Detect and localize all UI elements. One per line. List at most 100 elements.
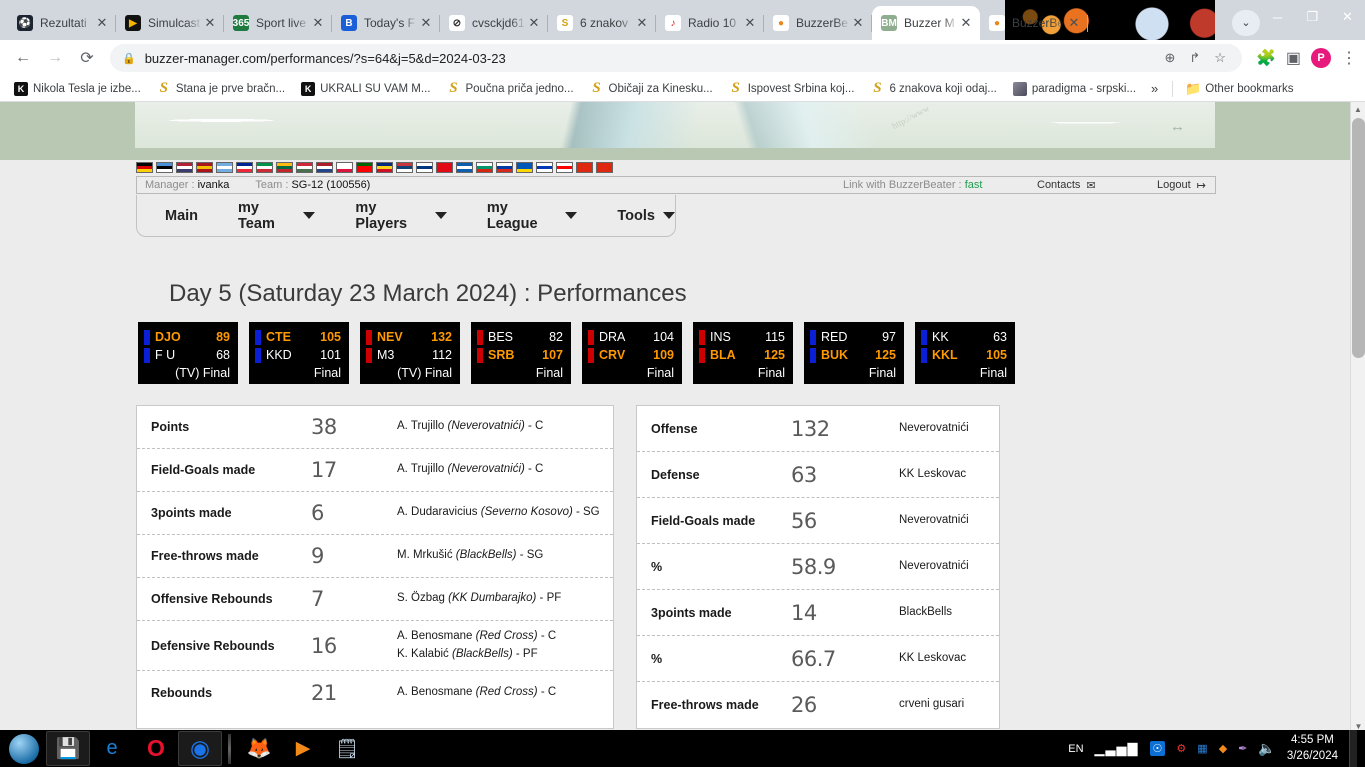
nav-item-main[interactable]: Main bbox=[165, 208, 198, 224]
flag-estonia[interactable] bbox=[156, 162, 173, 173]
leader-entry[interactable]: A. Benosmane (Red Cross) - C bbox=[397, 684, 556, 702]
leader-entry[interactable]: K. Kalabić (BlackBells) - PF bbox=[397, 646, 556, 664]
browser-tab[interactable]: ▶ Simulcast ✕ bbox=[116, 6, 224, 40]
flag-usa[interactable] bbox=[176, 162, 193, 173]
flag-argentina[interactable] bbox=[216, 162, 233, 173]
taskbar-save-app-icon[interactable]: 💾 bbox=[46, 731, 90, 766]
windows-tiles-icon[interactable]: ▦ bbox=[1197, 742, 1207, 755]
browser-tab[interactable]: S 6 znakov ✕ bbox=[548, 6, 656, 40]
flag-china-2[interactable] bbox=[596, 162, 613, 173]
bookmark-star-icon[interactable]: ☆ bbox=[1214, 50, 1226, 66]
score-box[interactable]: KK 63 KKL 105 Final bbox=[915, 322, 1015, 384]
score-box[interactable]: DRA 104 CRV 109 Final bbox=[582, 322, 682, 384]
flag-turkey[interactable] bbox=[436, 162, 453, 173]
team-name[interactable]: Neverovatnići bbox=[899, 558, 969, 576]
chrome-menu-icon[interactable]: ⋮ bbox=[1341, 48, 1357, 68]
antivirus-icon[interactable]: ◆ bbox=[1219, 742, 1227, 755]
team-name[interactable]: KK Leskovac bbox=[899, 650, 966, 668]
page-scrollbar[interactable]: ▲ ▼ bbox=[1350, 102, 1365, 734]
show-desktop-button[interactable] bbox=[1349, 730, 1357, 767]
side-panel-icon[interactable]: ▣ bbox=[1286, 48, 1301, 68]
browser-tab[interactable]: 365 Sport live ✕ bbox=[224, 6, 332, 40]
flag-china[interactable] bbox=[576, 162, 593, 173]
flag-hungary[interactable] bbox=[296, 162, 313, 173]
bookmarks-overflow-button[interactable]: » bbox=[1145, 81, 1164, 96]
flag-france[interactable] bbox=[236, 162, 253, 173]
forward-button[interactable]: → bbox=[40, 43, 70, 73]
nav-item-my-league[interactable]: my League bbox=[487, 200, 578, 232]
browser-tab[interactable]: ⊘ cvsckjd61 ✕ bbox=[440, 6, 548, 40]
maximize-button[interactable]: ❐ bbox=[1295, 0, 1330, 34]
share-icon[interactable]: ↱ bbox=[1189, 50, 1200, 66]
bookmark-item[interactable]: S 6 znakova koji odaj... bbox=[865, 80, 1001, 98]
nav-item-tools[interactable]: Tools bbox=[617, 208, 675, 224]
score-box[interactable]: BES 82 SRB 107 Final bbox=[471, 322, 571, 384]
flag-romania[interactable] bbox=[376, 162, 393, 173]
onedrive-icon[interactable]: ☉ bbox=[1149, 741, 1166, 756]
browser-tab[interactable]: BM Buzzer M ✕ bbox=[872, 6, 980, 40]
flag-germany[interactable] bbox=[136, 162, 153, 173]
flag-georgia[interactable] bbox=[556, 162, 573, 173]
nav-item-my-players[interactable]: my Players bbox=[355, 200, 447, 232]
flag-italy[interactable] bbox=[256, 162, 273, 173]
bookmark-item[interactable]: S Običaji za Kinesku... bbox=[585, 80, 718, 98]
taskbar-firefox-icon[interactable]: 🦊 bbox=[237, 731, 281, 766]
leader-entry[interactable]: A. Trujillo (Neverovatnići) - C bbox=[397, 418, 543, 436]
close-tab-icon[interactable]: ✕ bbox=[94, 15, 110, 31]
close-tab-icon[interactable]: ✕ bbox=[850, 15, 866, 31]
flag-israel[interactable] bbox=[536, 162, 553, 173]
logout-link[interactable]: Logout ↦ bbox=[1157, 179, 1206, 192]
browser-tab[interactable]: ● BuzzerBe ✕ bbox=[764, 6, 872, 40]
flag-netherlands[interactable] bbox=[316, 162, 333, 173]
start-button[interactable] bbox=[2, 731, 46, 766]
flag-poland[interactable] bbox=[336, 162, 353, 173]
close-tab-icon[interactable]: ✕ bbox=[202, 15, 218, 31]
clock[interactable]: 4:55 PM 3/26/2024 bbox=[1287, 733, 1338, 764]
taskbar-opera-icon[interactable]: O bbox=[134, 731, 178, 766]
browser-tab[interactable]: ♪ Radio 10 ✕ bbox=[656, 6, 764, 40]
close-tab-icon[interactable]: ✕ bbox=[958, 15, 974, 31]
flag-ukraine[interactable] bbox=[516, 162, 533, 173]
language-indicator[interactable]: EN bbox=[1068, 743, 1083, 755]
bookmark-item[interactable]: K Nikola Tesla je izbe... bbox=[9, 80, 146, 98]
back-button[interactable]: ← bbox=[8, 43, 38, 73]
taskbar-internet-explorer-icon[interactable]: e bbox=[90, 731, 134, 766]
close-tab-icon[interactable]: ✕ bbox=[310, 15, 326, 31]
scroll-up-arrow[interactable]: ▲ bbox=[1351, 102, 1365, 117]
extensions-icon[interactable]: 🧩 bbox=[1256, 48, 1276, 68]
team-name[interactable]: Neverovatnići bbox=[899, 512, 969, 530]
browser-tab[interactable]: B Today's F ✕ bbox=[332, 6, 440, 40]
flag-spain[interactable] bbox=[196, 162, 213, 173]
bookmark-item[interactable]: paradigma - srpski... bbox=[1008, 80, 1141, 98]
bookmark-item[interactable]: S Stana je prve bračn... bbox=[152, 80, 290, 98]
bookmark-item[interactable]: K UKRALI SU VAM M... bbox=[296, 80, 435, 98]
close-tab-icon[interactable]: ✕ bbox=[526, 15, 542, 31]
close-tab-icon[interactable]: ✕ bbox=[742, 15, 758, 31]
score-box[interactable]: CTE 105 KKD 101 Final bbox=[249, 322, 349, 384]
leader-entry[interactable]: M. Mrkušić (BlackBells) - SG bbox=[397, 547, 543, 565]
new-tab-button[interactable]: + bbox=[1094, 9, 1122, 37]
flag-lithuania[interactable] bbox=[276, 162, 293, 173]
team-name[interactable]: KK Leskovac bbox=[899, 466, 966, 484]
flag-serbia[interactable] bbox=[396, 162, 413, 173]
volume-icon[interactable]: 🔈 bbox=[1258, 740, 1275, 757]
flag-greece[interactable] bbox=[456, 162, 473, 173]
minimize-button[interactable]: ─ bbox=[1260, 0, 1295, 34]
flag-bulgaria[interactable] bbox=[476, 162, 493, 173]
leader-entry[interactable]: S. Özbag (KK Dumbarajko) - PF bbox=[397, 590, 561, 608]
taskbar-chrome-icon[interactable]: ◉ bbox=[178, 731, 222, 766]
taskbar-media-player-icon[interactable]: ▶ bbox=[281, 731, 325, 766]
close-tab-icon[interactable]: ✕ bbox=[418, 15, 434, 31]
flag-portugal[interactable] bbox=[356, 162, 373, 173]
leader-entry[interactable]: A. Trujillo (Neverovatnići) - C bbox=[397, 461, 543, 479]
tab-search-button[interactable]: ⌄ bbox=[1232, 10, 1260, 36]
zoom-icon[interactable]: ⊕ bbox=[1164, 50, 1175, 66]
contacts-link[interactable]: Contacts ✉ bbox=[1037, 179, 1096, 192]
flag-finland[interactable] bbox=[416, 162, 433, 173]
close-tab-icon[interactable]: ✕ bbox=[1066, 15, 1082, 31]
nav-item-my-team[interactable]: my Team bbox=[238, 200, 316, 232]
taskbar-notepad-icon[interactable]: 🗒 bbox=[325, 731, 369, 766]
flag-russia[interactable] bbox=[496, 162, 513, 173]
close-window-button[interactable]: ✕ bbox=[1330, 0, 1365, 34]
network-disconnected-icon[interactable]: ⚙ bbox=[1176, 742, 1186, 755]
